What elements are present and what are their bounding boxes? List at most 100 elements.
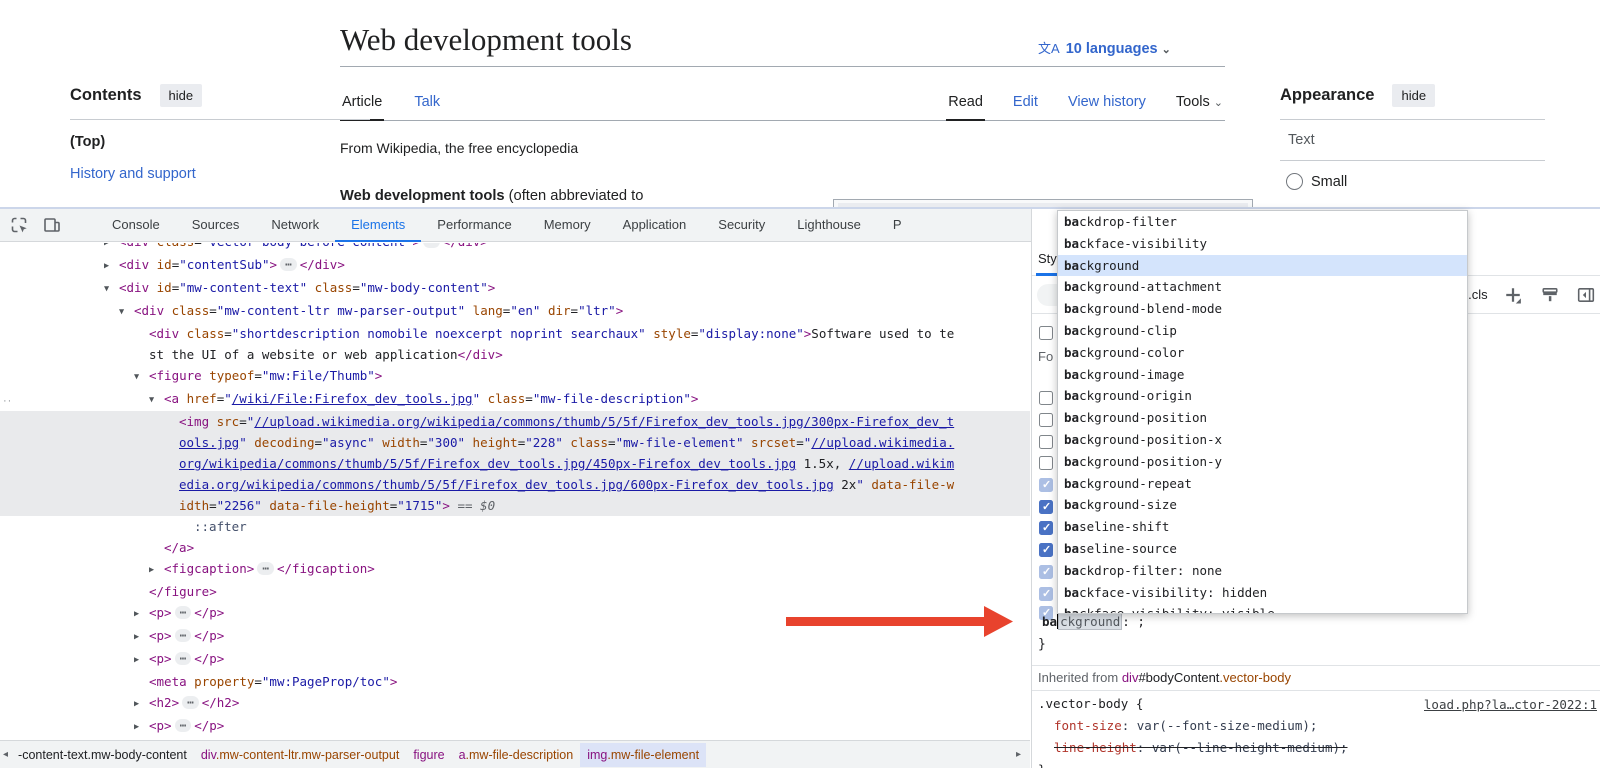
autocomplete-item[interactable]: background-clip	[1058, 320, 1467, 342]
devtools-tab-lighthouse[interactable]: Lighthouse	[781, 209, 877, 242]
elements-tree-row[interactable]: ▼<div id="mw-content-text" class="mw-bod…	[0, 277, 1030, 300]
elements-tree-row[interactable]: </figure>	[0, 581, 1030, 602]
expand-ellipsis-button[interactable]: ⋯	[182, 696, 199, 709]
disclosure-arrow-icon[interactable]: ▶	[134, 717, 149, 738]
breadcrumb-scroll-right-icon[interactable]: ▸	[1013, 749, 1024, 760]
disclosure-arrow-icon[interactable]: ▼	[149, 390, 164, 411]
elements-tree-row[interactable]: ::after	[0, 516, 1030, 537]
elements-tree-row[interactable]: ▶<h2>⋯</h2>	[0, 692, 1030, 715]
device-toolbar-icon[interactable]	[42, 215, 62, 235]
autocomplete-item[interactable]: background-position-y	[1058, 451, 1467, 473]
disclosure-arrow-icon[interactable]: ▶	[104, 243, 119, 254]
breadcrumb-item[interactable]: a.mw-file-description	[452, 743, 581, 767]
inherited-id[interactable]: #bodyContent	[1138, 670, 1219, 685]
toggle-sidebar-panel-icon[interactable]	[1577, 286, 1595, 304]
expand-ellipsis-button[interactable]: ⋯	[175, 652, 192, 665]
expand-ellipsis-button[interactable]: ⋯	[175, 719, 192, 732]
elements-tree-row[interactable]: ▼<div class="mw-content-ltr mw-parser-ou…	[0, 300, 1030, 323]
devtools-tab-performance[interactable]: Performance	[421, 209, 527, 242]
devtools-tab-console[interactable]: Console	[96, 209, 176, 242]
disclosure-arrow-icon[interactable]: ▶	[104, 256, 119, 277]
elements-tree-row[interactable]: <meta property="mw:PageProp/toc">	[0, 671, 1030, 692]
rendering-brush-icon[interactable]	[1541, 286, 1559, 304]
devtools-tab-elements[interactable]: Elements	[335, 209, 421, 242]
elements-tree-row[interactable]: ▶<div class="vector-body-before-content"…	[0, 243, 1030, 254]
style-property-checkbox[interactable]	[1039, 478, 1053, 492]
autocomplete-item[interactable]: backdrop-filter	[1058, 211, 1467, 233]
autocomplete-item[interactable]: backface-visibility: hidden	[1058, 582, 1467, 604]
autocomplete-item[interactable]: background-position-x	[1058, 429, 1467, 451]
new-style-rule-icon[interactable]	[1504, 286, 1522, 304]
disclosure-arrow-icon[interactable]: ▶	[149, 560, 164, 581]
elements-tree-row[interactable]: ▼<figure typeof="mw:File/Thumb">	[0, 365, 1030, 388]
expand-ellipsis-button[interactable]: ⋯	[175, 629, 192, 642]
autocomplete-item[interactable]: background-image	[1058, 364, 1467, 386]
style-property-checkbox[interactable]	[1039, 391, 1053, 405]
contents-hide-button[interactable]: hide	[160, 84, 203, 107]
css-declaration[interactable]: line-height: var(--line-height-medium);	[1032, 737, 1600, 759]
elements-tree-row[interactable]: ▶<p>⋯</p>	[0, 625, 1030, 648]
style-property-checkbox[interactable]	[1039, 500, 1053, 514]
tab-view-history[interactable]: View history	[1066, 88, 1148, 119]
disclosure-arrow-icon[interactable]: ▼	[104, 279, 119, 300]
appearance-hide-button[interactable]: hide	[1392, 84, 1435, 107]
elements-tree-row[interactable]: ▶<p>⋯</p>	[0, 602, 1030, 625]
css-declaration[interactable]: font-size: var(--font-size-medium);	[1032, 715, 1600, 737]
autocomplete-item[interactable]: background-blend-mode	[1058, 298, 1467, 320]
autocomplete-item[interactable]: background-size	[1058, 494, 1467, 516]
autocomplete-item[interactable]: background-attachment	[1058, 276, 1467, 298]
expand-ellipsis-button[interactable]: ⋯	[175, 606, 192, 619]
style-property-checkbox[interactable]	[1039, 587, 1053, 601]
elements-tree-row[interactable]: </a>	[0, 537, 1030, 558]
elements-tree-row[interactable]: ▼<a href="/wiki/File:Firefox_dev_tools.j…	[0, 388, 1030, 411]
breadcrumb-scroll-left-icon[interactable]: ◂	[0, 749, 11, 760]
autocomplete-item[interactable]: background-repeat	[1058, 473, 1467, 495]
devtools-tab-p[interactable]: P	[877, 209, 918, 242]
text-size-option-small[interactable]: Small	[1286, 173, 1545, 190]
devtools-tab-sources[interactable]: Sources	[176, 209, 256, 242]
autocomplete-item[interactable]: background	[1058, 255, 1467, 277]
inspect-element-icon[interactable]	[9, 215, 29, 235]
tab-read[interactable]: Read	[946, 88, 985, 121]
style-property-checkbox[interactable]	[1039, 565, 1053, 579]
style-property-checkbox[interactable]	[1039, 326, 1053, 340]
elements-tree-row[interactable]: ▶<div id="contentSub">⋯</div>	[0, 254, 1030, 277]
toc-item-top[interactable]: (Top)	[70, 134, 370, 150]
tab-tools[interactable]: Tools ⌄	[1174, 88, 1225, 119]
languages-button[interactable]: 文A 10 languages ⌄	[1038, 38, 1171, 57]
breadcrumb-item[interactable]: div.mw-content-ltr.mw-parser-output	[194, 743, 406, 767]
autocomplete-item[interactable]: backface-visibility	[1058, 233, 1467, 255]
toc-item-history-and-support[interactable]: History and support	[70, 166, 370, 182]
expand-ellipsis-button[interactable]: ⋯	[257, 562, 274, 575]
autocomplete-item[interactable]: background-origin	[1058, 385, 1467, 407]
radio-icon[interactable]	[1286, 173, 1303, 190]
autocomplete-item[interactable]: baseline-shift	[1058, 516, 1467, 538]
expand-ellipsis-button[interactable]: ⋯	[423, 243, 440, 248]
devtools-tab-memory[interactable]: Memory	[528, 209, 607, 242]
elements-tree-row[interactable]: ▶<figcaption>⋯</figcaption>	[0, 558, 1030, 581]
breadcrumb-item[interactable]: figure	[406, 743, 451, 767]
devtools-tab-network[interactable]: Network	[255, 209, 335, 242]
expand-ellipsis-button[interactable]: ⋯	[280, 258, 297, 271]
elements-tree-row[interactable]: <div class="shortdescription nomobile no…	[0, 323, 1030, 365]
elements-tree-row[interactable]: ▶<p>⋯</p>	[0, 648, 1030, 671]
style-property-checkbox[interactable]	[1039, 413, 1053, 427]
style-property-checkbox[interactable]	[1039, 521, 1053, 535]
disclosure-arrow-icon[interactable]: ▼	[119, 302, 134, 323]
autocomplete-item[interactable]: background-color	[1058, 342, 1467, 364]
devtools-tab-application[interactable]: Application	[607, 209, 703, 242]
disclosure-arrow-icon[interactable]: ▶	[134, 604, 149, 625]
autocomplete-item[interactable]: background-position	[1058, 407, 1467, 429]
disclosure-arrow-icon[interactable]: ▶	[134, 627, 149, 648]
disclosure-arrow-icon[interactable]: ▶	[134, 694, 149, 715]
disclosure-arrow-icon[interactable]: ▼	[134, 367, 149, 388]
property-edit-row[interactable]: background: ;	[1042, 614, 1145, 629]
style-property-checkbox[interactable]	[1039, 456, 1053, 470]
elements-tree-row[interactable]: <img src="//upload.wikimedia.org/wikiped…	[0, 411, 1030, 516]
autocomplete-item[interactable]: backface-visibility: visible	[1058, 603, 1467, 614]
breadcrumb-item[interactable]: -content-text.mw-body-content	[11, 743, 194, 767]
style-property-checkbox[interactable]	[1039, 435, 1053, 449]
autocomplete-item[interactable]: backdrop-filter: none	[1058, 560, 1467, 582]
tab-edit[interactable]: Edit	[1011, 88, 1040, 119]
inherited-class[interactable]: .vector-body	[1219, 670, 1291, 685]
